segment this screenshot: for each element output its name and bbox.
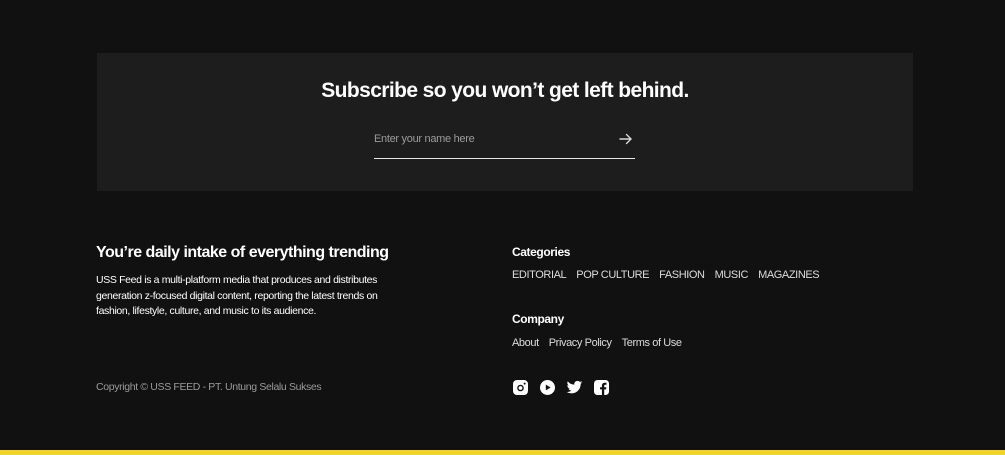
instagram-icon[interactable] — [512, 379, 529, 396]
category-link-editorial[interactable]: EDITORIAL — [512, 269, 567, 281]
youtube-icon[interactable] — [539, 379, 556, 396]
subscribe-panel: Subscribe so you won’t get left behind. — [97, 53, 913, 191]
footer-description: USS Feed is a multi-platform media that … — [96, 274, 378, 317]
categories-title: Categories — [512, 245, 571, 259]
accent-bar — [0, 450, 1005, 455]
subscribe-form — [374, 125, 635, 159]
category-link-pop-culture[interactable]: POP CULTURE — [576, 269, 649, 281]
footer-heading: You’re daily intake of everything trendi… — [96, 244, 389, 261]
category-link-fashion[interactable]: FASHION — [659, 269, 705, 281]
copyright-text: Copyright © USS FEED - PT. Untung Selalu… — [96, 381, 322, 393]
company-links: About Privacy Policy Terms of Use — [512, 337, 682, 349]
category-link-magazines[interactable]: MAGAZINES — [758, 269, 820, 281]
subscribe-title: Subscribe so you won’t get left behind. — [321, 79, 689, 102]
twitter-icon[interactable] — [566, 379, 583, 396]
facebook-icon[interactable] — [593, 379, 610, 396]
company-link-about[interactable]: About — [512, 337, 539, 349]
categories-links: EDITORIAL POP CULTURE FASHION MUSIC MAGA… — [512, 269, 820, 281]
company-title: Company — [512, 312, 564, 326]
company-link-terms-of-use[interactable]: Terms of Use — [622, 337, 682, 349]
company-link-privacy-policy[interactable]: Privacy Policy — [549, 337, 612, 349]
social-links — [512, 379, 610, 396]
category-link-music[interactable]: MUSIC — [715, 269, 749, 281]
name-input[interactable] — [374, 129, 604, 149]
arrow-right-icon[interactable] — [617, 130, 635, 148]
